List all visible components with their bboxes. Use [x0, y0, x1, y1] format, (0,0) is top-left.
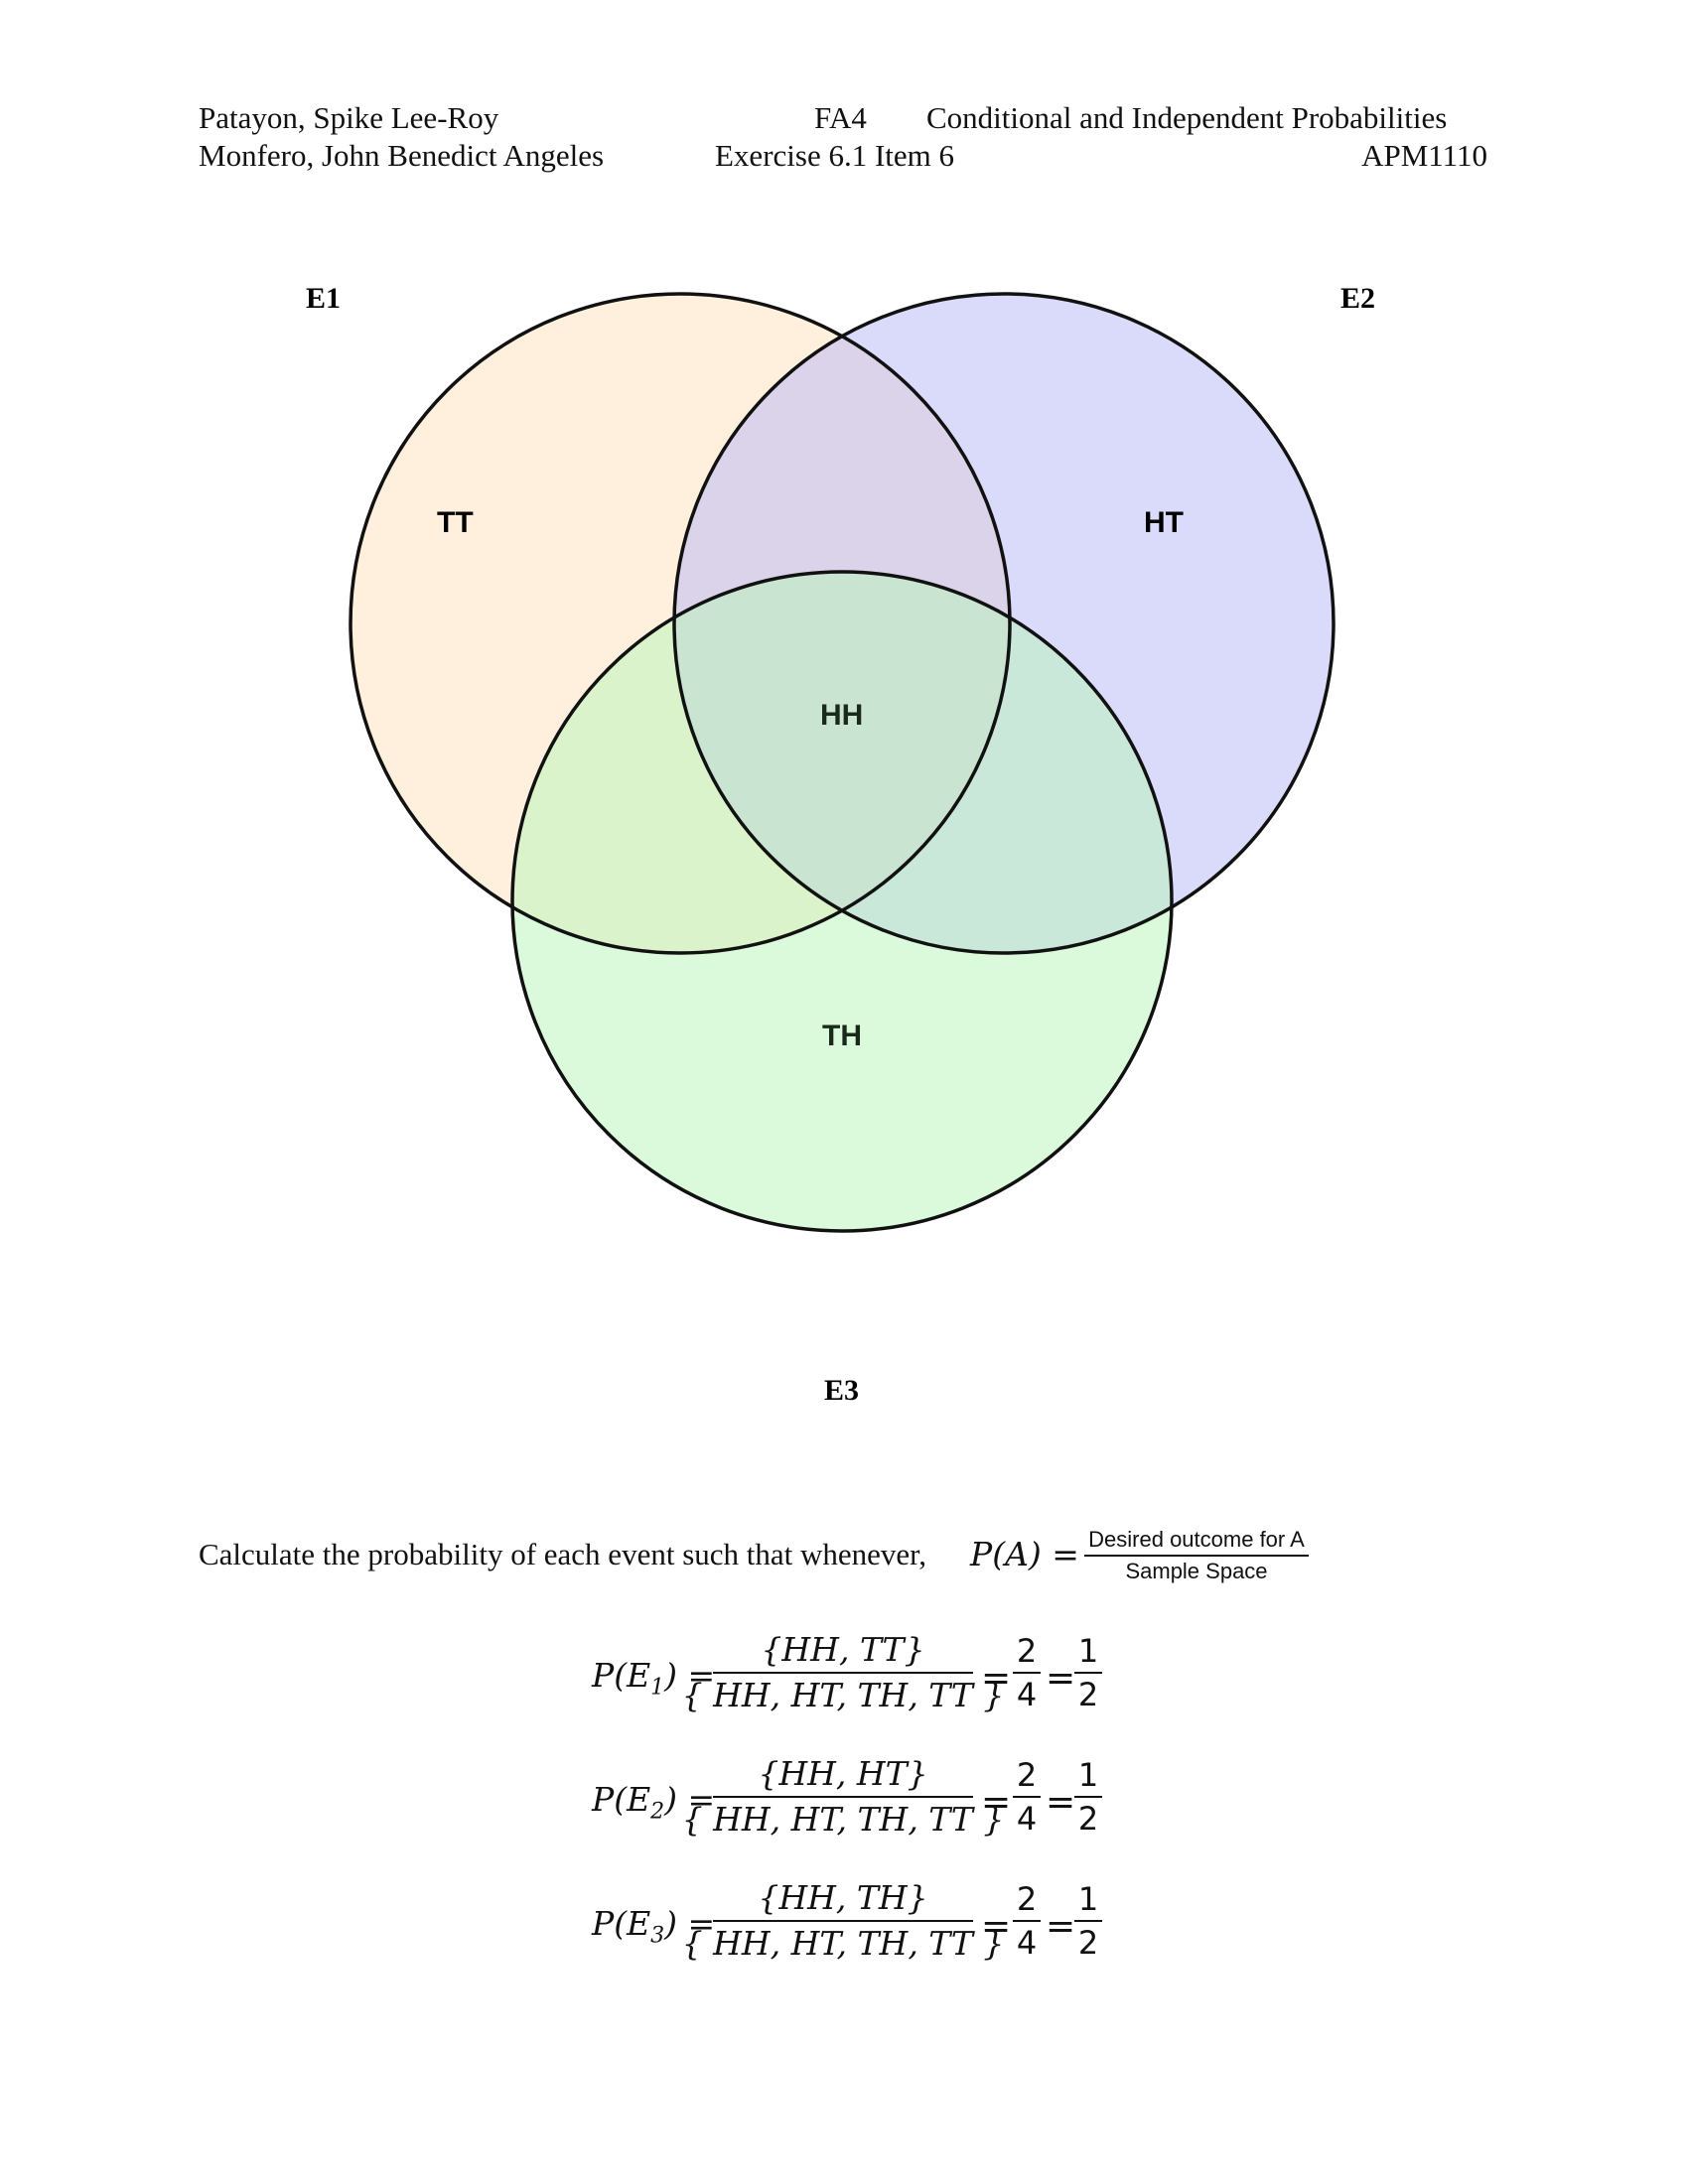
result-fraction: 1 2 — [1074, 1754, 1102, 1840]
formula-fraction: Desired outcome for A Sample Space — [1084, 1525, 1309, 1586]
formula-denominator: Sample Space — [1125, 1559, 1268, 1583]
count-fraction: 2 4 — [1013, 1630, 1041, 1715]
set-fraction: {HH, TT} { HH, HT, TH, TT } — [682, 1628, 1005, 1717]
result-fraction: 1 2 — [1074, 1630, 1102, 1715]
count-denominator: 4 — [1016, 1800, 1038, 1838]
result-denominator: 2 — [1077, 1800, 1099, 1838]
result-numerator: 1 — [1077, 1756, 1099, 1794]
lhs-p: P(E — [592, 1904, 651, 1943]
set-denominator: { HH, HT, TH, TT } — [681, 1676, 1005, 1714]
count-numerator: 2 — [1016, 1756, 1038, 1794]
set-denominator: { HH, HT, TH, TT } — [681, 1924, 1005, 1963]
count-numerator: 2 — [1016, 1632, 1038, 1670]
set-label-e3: E3 — [824, 1374, 859, 1407]
set-label-e2: E2 — [1340, 282, 1375, 315]
set-numerator: {HH, HT} — [758, 1754, 928, 1793]
result-numerator: 1 — [1077, 1880, 1099, 1918]
lhs-p: P(E — [592, 1656, 651, 1695]
equals-sign: = — [981, 1782, 1012, 1823]
e3-circle-fill — [512, 572, 1172, 1231]
formula-numerator: Desired outcome for A — [1088, 1527, 1305, 1552]
lhs-subscript: 2 — [650, 1799, 665, 1825]
region-e3-only: TH — [822, 1020, 862, 1052]
count-fraction: 2 4 — [1013, 1754, 1041, 1840]
set-fraction: {HH, TH} { HH, HT, TH, TT } — [682, 1876, 1005, 1966]
set-denominator: { HH, HT, TH, TT } — [681, 1800, 1005, 1839]
result-numerator: 1 — [1077, 1632, 1099, 1670]
set-numerator: {HH, TH} — [758, 1878, 928, 1917]
equation-row: P(E2) = {HH, HT} { HH, HT, TH, TT } = 2 … — [0, 1752, 1688, 1871]
result-denominator: 2 — [1077, 1924, 1099, 1962]
count-denominator: 4 — [1016, 1924, 1038, 1962]
count-denominator: 4 — [1016, 1676, 1038, 1713]
lhs-p: P(E — [592, 1780, 651, 1819]
count-fraction: 2 4 — [1013, 1878, 1041, 1964]
result-denominator: 2 — [1077, 1676, 1099, 1713]
lhs-subscript: 1 — [650, 1675, 665, 1701]
equals-sign: = — [1046, 1782, 1076, 1823]
set-fraction: {HH, HT} { HH, HT, TH, TT } — [682, 1752, 1005, 1842]
venn-fills — [351, 294, 1334, 1231]
set-label-e1: E1 — [306, 282, 341, 315]
venn-diagram: E1 E2 E3 TT HT HH TH — [306, 282, 1375, 1407]
region-e2-only: HT — [1144, 506, 1184, 539]
lhs-subscript: 3 — [650, 1923, 665, 1949]
equation-row: P(E3) = {HH, TH} { HH, HT, TH, TT } = 2 … — [0, 1876, 1688, 1995]
equals-sign: = — [1046, 1658, 1076, 1699]
equals-sign: = — [981, 1906, 1012, 1947]
intro-text: Calculate the probability of each event … — [199, 1537, 926, 1571]
region-e1-only: TT — [437, 506, 474, 539]
region-all: HH — [820, 699, 863, 732]
equals-sign: = — [981, 1658, 1012, 1699]
result-fraction: 1 2 — [1074, 1878, 1102, 1964]
count-numerator: 2 — [1016, 1880, 1038, 1918]
equals-sign: = — [1046, 1906, 1076, 1947]
set-numerator: {HH, TT} — [761, 1630, 925, 1669]
equation-row: P(E1) = {HH, TT} { HH, HT, TH, TT } = 2 … — [0, 1628, 1688, 1747]
formula-lhs: P(A) = — [970, 1535, 1079, 1573]
